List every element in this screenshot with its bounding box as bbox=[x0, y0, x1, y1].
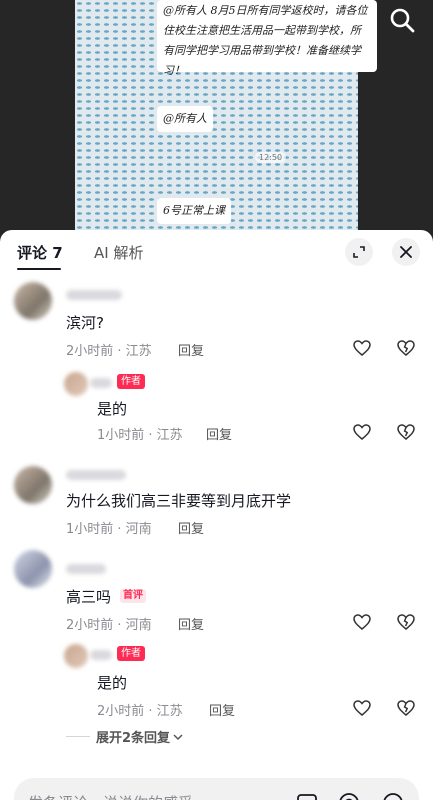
avatar[interactable] bbox=[14, 282, 52, 320]
chat-at-all: @所有人 bbox=[157, 106, 213, 132]
emoji-icon[interactable] bbox=[382, 792, 404, 800]
expand-button[interactable] bbox=[345, 238, 373, 266]
expand-replies-label: 展开2条回复 bbox=[96, 731, 171, 746]
divider bbox=[66, 736, 90, 737]
close-button[interactable] bbox=[392, 238, 420, 266]
at-icon[interactable] bbox=[338, 792, 360, 800]
like-icon[interactable] bbox=[352, 422, 372, 442]
sheet-header: 评论 7 AI 解析 bbox=[0, 230, 433, 274]
chat-day6-message: 6号正常上课 bbox=[157, 198, 231, 224]
like-icon[interactable] bbox=[352, 338, 372, 358]
expand-replies-button[interactable]: 展开2条回复 bbox=[66, 727, 184, 746]
reply-button[interactable]: 回复 bbox=[178, 340, 204, 359]
comment-text: 滨河? bbox=[66, 314, 104, 332]
tab-comments[interactable]: 评论 7 bbox=[17, 242, 63, 263]
comment-text: 高三吗 bbox=[66, 588, 112, 606]
author-tag: 作者 bbox=[117, 646, 145, 661]
comment-input-placeholder: 发条评论，说说你的感受 bbox=[28, 792, 193, 800]
username[interactable] bbox=[66, 564, 106, 574]
dislike-icon[interactable] bbox=[396, 422, 416, 442]
like-icon[interactable] bbox=[352, 698, 372, 718]
first-comment-tag: 首评 bbox=[120, 589, 146, 603]
avatar[interactable] bbox=[14, 550, 52, 588]
username[interactable] bbox=[90, 378, 112, 388]
dislike-icon[interactable] bbox=[396, 612, 416, 632]
reply-button[interactable]: 回复 bbox=[209, 700, 235, 719]
reply-item: 作者 是的 2小时前 · 江苏 回复 bbox=[0, 638, 433, 722]
avatar[interactable] bbox=[14, 466, 52, 504]
comment-meta: 1小时前 · 河南 bbox=[66, 522, 152, 537]
comment-text: 为什么我们高三非要等到月底开学 bbox=[66, 492, 292, 510]
video-area[interactable]: @所有人 8月5日所有同学返校时，请各位住校生注意把生活用品一起带到学校，所有同… bbox=[0, 0, 433, 240]
avatar[interactable] bbox=[64, 644, 88, 668]
username[interactable] bbox=[66, 470, 126, 480]
avatar[interactable] bbox=[64, 372, 88, 396]
close-icon bbox=[400, 246, 412, 258]
reply-button[interactable]: 回复 bbox=[206, 424, 232, 443]
comment-text: 是的 bbox=[97, 674, 128, 692]
chat-screenshot: @所有人 8月5日所有同学返校时，请各位住校生注意把生活用品一起带到学校，所有同… bbox=[75, 0, 377, 240]
comment-input-bar: 发条评论，说说你的感受 bbox=[0, 772, 433, 800]
dislike-icon[interactable] bbox=[396, 698, 416, 718]
search-button[interactable] bbox=[386, 4, 418, 36]
tab-underline bbox=[17, 268, 61, 270]
author-tag: 作者 bbox=[117, 374, 145, 389]
dislike-icon[interactable] bbox=[396, 338, 416, 358]
comment-item: 高三吗 首评 2小时前 · 河南 回复 bbox=[0, 542, 433, 638]
comment-meta: 2小时前 · 江苏 bbox=[66, 344, 152, 359]
comment-item: 为什么我们高三非要等到月底开学 1小时前 · 河南 回复 bbox=[0, 458, 433, 542]
reply-button[interactable]: 回复 bbox=[178, 518, 204, 537]
reply-button[interactable]: 回复 bbox=[178, 614, 204, 633]
image-icon[interactable] bbox=[296, 792, 318, 800]
tab-ai-analysis[interactable]: AI 解析 bbox=[94, 242, 143, 263]
comment-meta: 2小时前 · 河南 bbox=[66, 618, 152, 633]
like-icon[interactable] bbox=[352, 612, 372, 632]
search-icon bbox=[390, 8, 415, 33]
expand-icon bbox=[353, 246, 365, 258]
comment-text: 是的 bbox=[97, 400, 128, 418]
chat-timestamp: 12:50 bbox=[255, 152, 287, 163]
comment-meta: 1小时前 · 江苏 bbox=[97, 428, 183, 443]
comment-sheet: 评论 7 AI 解析 滨河? 2小时前 · 江苏 回复 作者 是的 1小时前 ·… bbox=[0, 230, 433, 800]
username[interactable] bbox=[90, 650, 112, 660]
username[interactable] bbox=[66, 290, 122, 300]
reply-item: 作者 是的 1小时前 · 江苏 回复 bbox=[0, 366, 433, 450]
comment-item: 滨河? 2小时前 · 江苏 回复 bbox=[0, 274, 433, 364]
chat-message: @所有人 8月5日所有同学返校时，请各位住校生注意把生活用品一起带到学校，所有同… bbox=[157, 0, 377, 77]
comment-meta: 2小时前 · 江苏 bbox=[97, 704, 183, 719]
chevron-down-icon bbox=[173, 733, 183, 740]
